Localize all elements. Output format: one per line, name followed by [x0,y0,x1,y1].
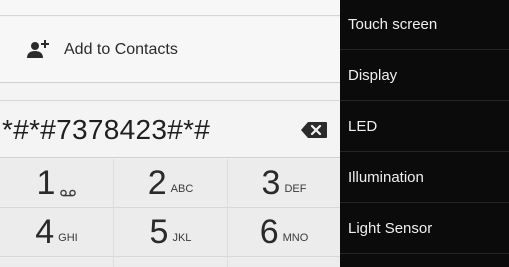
key-letters: MNO [282,232,309,244]
add-contact-icon [26,38,50,62]
menu-item-touch-screen[interactable]: Touch screen [340,0,509,50]
key-digit: 4 [35,212,55,251]
key-letters: GHI [58,232,78,244]
menu-item-label: LED [348,118,378,135]
test-menu: Touch screen Display LED Illumination Li… [340,0,509,267]
menu-item-illumination[interactable]: Illumination [340,153,509,203]
key-digit: 6 [259,212,279,251]
key-6[interactable]: 6 MNO [228,208,340,256]
key-letters: JKL [172,232,192,244]
menu-item-led[interactable]: LED [340,102,509,152]
key-2[interactable]: 2 ABC [114,159,227,207]
menu-item-label: Light Sensor [348,220,433,237]
dialer-panel: Add to Contacts *#*#7378423#*# 1 2 ABC 3… [0,0,340,267]
menu-item-light-sensor[interactable]: Light Sensor [340,204,509,254]
add-to-contacts-row[interactable]: Add to Contacts [0,17,340,83]
key-4[interactable]: 4 GHI [0,208,113,256]
separator [0,84,340,101]
number-display[interactable]: *#*#7378423#*# [0,102,340,158]
key-digit: 3 [261,163,281,202]
key-3[interactable]: 3 DEF [228,159,340,207]
add-to-contacts-label: Add to Contacts [64,40,178,58]
menu-item-label: Touch screen [348,16,438,33]
voicemail-icon [60,184,77,197]
key-letters: ABC [170,183,194,195]
key-1[interactable]: 1 [0,159,113,207]
divider [0,256,340,257]
menu-item-label: Illumination [348,169,424,186]
dialed-number: *#*#7378423#*# [2,113,211,145]
key-digit: 2 [147,163,167,202]
key-digit: 1 [36,163,56,202]
key-5[interactable]: 5 JKL [114,208,227,256]
previous-row [0,0,340,16]
key-digit: 5 [149,212,169,251]
keypad: 1 2 ABC 3 DEF 4 GHI 5 JKL 6 MNO [0,159,340,267]
menu-item-label: Display [348,67,398,84]
key-letters: DEF [284,183,307,195]
backspace-icon[interactable] [300,121,328,139]
menu-item-display[interactable]: Display [340,51,509,101]
